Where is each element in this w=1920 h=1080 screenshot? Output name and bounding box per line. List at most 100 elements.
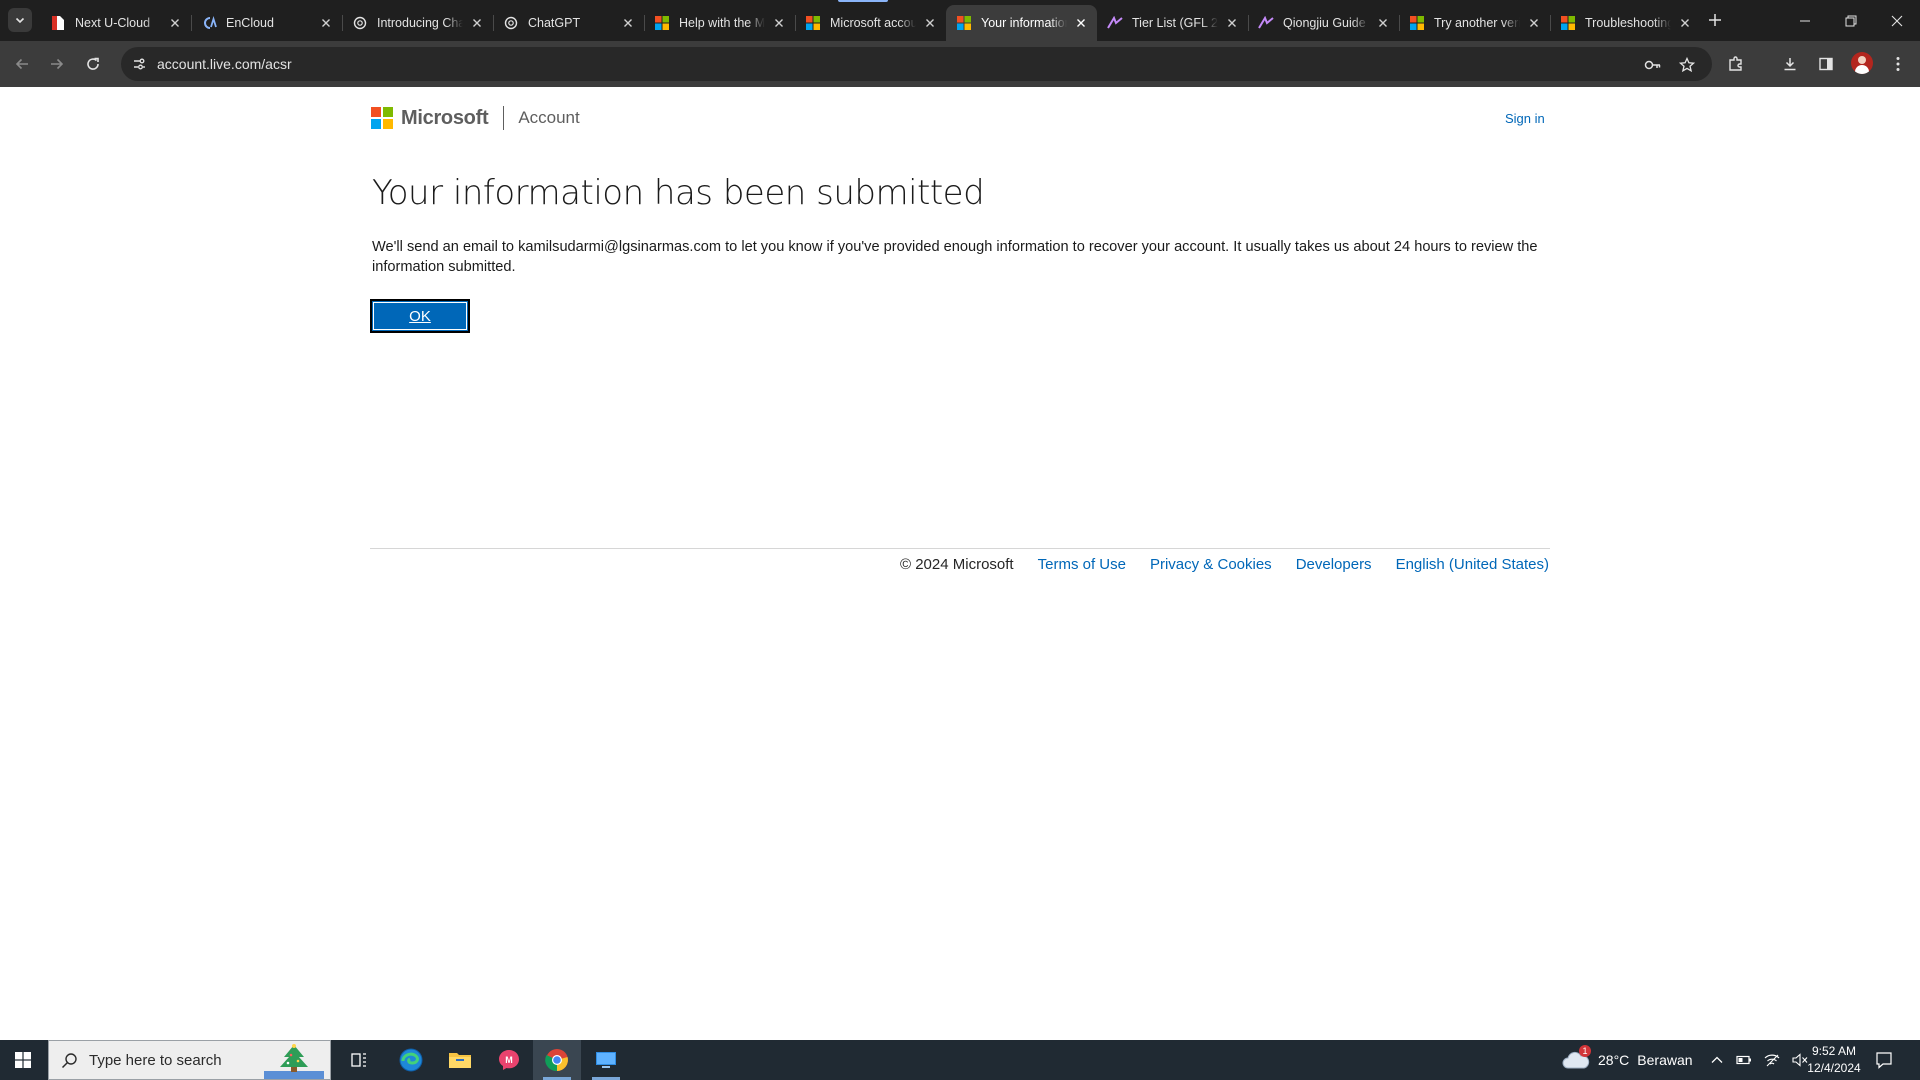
plus-icon (1709, 14, 1721, 26)
tab-title: Troubleshooting (1585, 16, 1671, 30)
tab-title: Introducing ChatGPT (377, 16, 463, 30)
bookmark-star-icon[interactable] (1676, 54, 1698, 76)
side-panel-icon[interactable] (1814, 52, 1838, 76)
tab-next-u-cloud[interactable]: Next U-Cloud (40, 5, 191, 41)
folder-icon (449, 1053, 471, 1068)
messenger-icon: M (499, 1050, 519, 1070)
messenger-app[interactable]: M (485, 1040, 533, 1080)
url-text[interactable]: account.live.com/acsr (157, 56, 292, 72)
tab-title: ChatGPT (528, 16, 581, 30)
tab-title: EnCloud (226, 16, 274, 30)
header-divider (503, 106, 505, 130)
battery-icon[interactable] (1736, 1054, 1752, 1066)
ok-button[interactable]: OK (370, 299, 470, 333)
extensions-icon[interactable] (1724, 52, 1748, 76)
tab-qiongjiu-guide[interactable]: Qiongjiu Guide (1248, 5, 1399, 41)
weather-temperature: 28°C (1598, 1052, 1630, 1068)
weather-condition: Berawan (1637, 1052, 1693, 1068)
close-tab-icon[interactable] (167, 15, 183, 31)
browser-tab-strip: Next U-Cloud EnCloud Introducing ChatGPT… (0, 0, 1920, 41)
reload-button[interactable] (79, 50, 107, 78)
kebab-menu-icon[interactable] (1886, 52, 1910, 76)
edge-app[interactable] (387, 1040, 435, 1080)
windows-taskbar: Type here to search M 1 28°C Berawan 9:5… (0, 1040, 1920, 1080)
page-footer: © 2024 Microsoft Terms of Use Privacy & … (900, 556, 1549, 573)
close-tab-icon[interactable] (318, 15, 334, 31)
close-tab-icon[interactable] (771, 15, 787, 31)
forward-button[interactable] (43, 50, 71, 78)
microsoft-icon (654, 15, 670, 31)
tab-encloud[interactable]: EnCloud (191, 5, 342, 41)
taskbar-clock[interactable]: 9:52 AM 12/4/2024 (1806, 1043, 1862, 1077)
tab-introducing-chatgpt[interactable]: Introducing ChatGPT (342, 5, 493, 41)
edge-icon (399, 1048, 423, 1072)
wifi-icon[interactable] (1764, 1053, 1780, 1067)
microsoft-account-header: Microsoft Account (371, 106, 580, 130)
clock-time: 9:52 AM (1811, 1044, 1857, 1058)
site-info-icon[interactable] (129, 54, 149, 74)
tab-search-button[interactable] (8, 8, 32, 32)
microsoft-icon (805, 15, 821, 31)
chrome-app[interactable] (533, 1040, 581, 1080)
minimize-button[interactable] (1782, 0, 1828, 41)
close-tab-icon[interactable] (1677, 15, 1693, 31)
page-title: Your information has been submitted (372, 173, 985, 213)
close-tab-icon[interactable] (922, 15, 938, 31)
tab-troubleshooting[interactable]: Troubleshooting (1550, 5, 1701, 41)
search-icon (61, 1053, 77, 1069)
windows-logo-icon (15, 1052, 31, 1068)
terms-of-use-link[interactable]: Terms of Use (1038, 556, 1126, 573)
clock-date: 12/4/2024 (1807, 1061, 1861, 1075)
close-tab-icon[interactable] (620, 15, 636, 31)
minimize-icon (1800, 20, 1810, 21)
weather-widget[interactable]: 1 28°C Berawan (1562, 1040, 1693, 1080)
back-button[interactable] (8, 50, 36, 78)
password-key-icon[interactable] (1642, 54, 1664, 76)
microsoft-logo-icon (371, 107, 393, 129)
taskbar-search-box[interactable]: Type here to search (48, 1040, 331, 1080)
monitor-icon (596, 1052, 616, 1068)
download-icon[interactable] (1778, 52, 1802, 76)
profile-avatar[interactable] (1851, 52, 1873, 74)
remote-desktop-app[interactable] (582, 1040, 630, 1080)
tab-try-another-verification[interactable]: Try another verification method (1399, 5, 1550, 41)
tab-chatgpt[interactable]: ChatGPT (493, 5, 644, 41)
purple-logo-icon (1107, 15, 1123, 31)
tab-list: Next U-Cloud EnCloud Introducing ChatGPT… (40, 5, 1701, 41)
copyright-text: © 2024 Microsoft (900, 556, 1014, 573)
document-red-icon (50, 15, 66, 31)
tab-help-microsoft-account[interactable]: Help with the Microsoft account (644, 5, 795, 41)
tab-title: Microsoft account (830, 16, 916, 30)
encloud-icon (201, 15, 217, 31)
close-icon (1891, 15, 1903, 26)
notification-center-button[interactable] (1872, 1048, 1896, 1072)
restore-button[interactable] (1828, 0, 1874, 41)
privacy-cookies-link[interactable]: Privacy & Cookies (1150, 556, 1272, 573)
close-tab-icon[interactable] (1073, 15, 1089, 31)
openai-icon (352, 15, 368, 31)
developers-link[interactable]: Developers (1296, 556, 1372, 573)
sign-in-link[interactable]: Sign in (1505, 111, 1545, 126)
language-link[interactable]: English (United States) (1396, 556, 1549, 573)
new-tab-button[interactable] (1704, 9, 1726, 31)
search-placeholder: Type here to search (89, 1051, 222, 1069)
close-window-button[interactable] (1874, 0, 1920, 41)
close-tab-icon[interactable] (1375, 15, 1391, 31)
notification-icon (1876, 1052, 1892, 1069)
task-view-button[interactable] (335, 1040, 383, 1080)
close-tab-icon[interactable] (1526, 15, 1542, 31)
weather-alert-badge: 1 (1579, 1045, 1591, 1057)
chevron-up-icon[interactable] (1710, 1053, 1724, 1067)
tab-your-information-submitted[interactable]: Your information has been submitted (946, 5, 1097, 41)
tab-tier-list[interactable]: Tier List (GFL 2) (1097, 5, 1248, 41)
microsoft-icon (1560, 15, 1576, 31)
file-explorer-app[interactable] (436, 1040, 484, 1080)
tab-microsoft-account[interactable]: Microsoft account (795, 5, 946, 41)
close-tab-icon[interactable] (469, 15, 485, 31)
address-bar[interactable]: account.live.com/acsr (121, 47, 1712, 81)
footer-divider (370, 548, 1550, 549)
tab-title: Your information has been submitted (981, 16, 1067, 30)
close-tab-icon[interactable] (1224, 15, 1240, 31)
tab-title: Tier List (GFL 2) (1132, 16, 1218, 30)
start-button[interactable] (0, 1040, 46, 1080)
